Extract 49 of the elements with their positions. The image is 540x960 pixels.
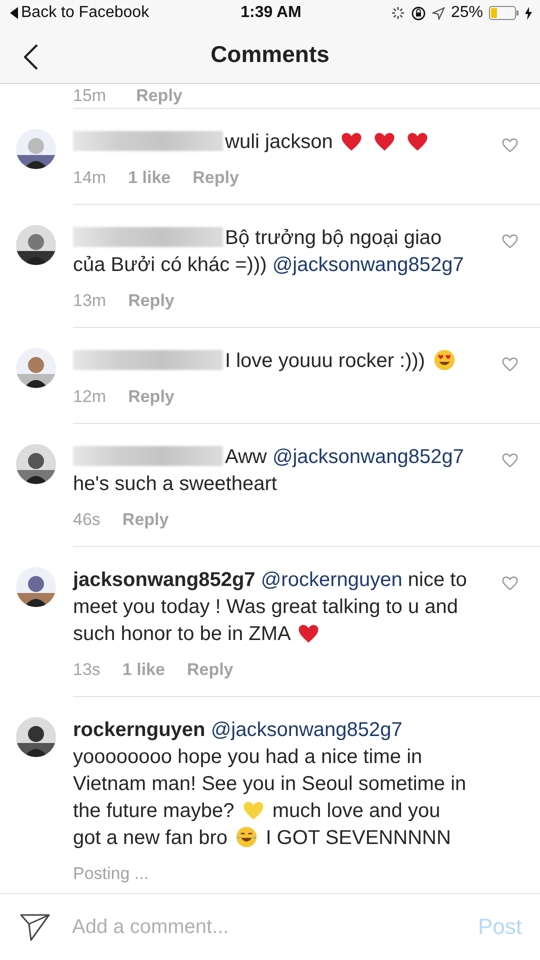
comment-time: 46s (73, 510, 100, 530)
page-title: Comments (210, 41, 330, 68)
heart-icon (372, 130, 396, 152)
send-icon (20, 913, 50, 941)
mention-link[interactable]: @rockernguyen (260, 569, 402, 591)
comment-text: Bộ trưởng bộ ngoại giao của Bưởi có khác =))) @jacksonwang852g7 (73, 226, 465, 278)
reply-button[interactable]: Reply (128, 387, 174, 407)
heart-outline-icon (501, 356, 519, 372)
comment-time: 13s (73, 660, 100, 680)
heart-icon (242, 799, 265, 821)
heart-eyes-emoji-icon (432, 349, 456, 371)
heart-outline-icon (501, 137, 519, 153)
reply-button[interactable]: Reply (192, 168, 239, 188)
mention-link[interactable]: @jacksonwang852g7 (272, 446, 464, 468)
heart-icon (406, 130, 429, 152)
reply-button[interactable]: Reply (186, 660, 234, 680)
battery-icon (488, 6, 519, 20)
rotation-lock-icon (410, 6, 426, 20)
back-to-app-link[interactable]: Back to Facebook (21, 4, 150, 22)
charging-bolt-icon (524, 6, 532, 20)
battery-percent: 25% (450, 4, 483, 22)
comment-text: Aww @jacksonwang852g7 he's such a sweetheart (73, 445, 465, 497)
activity-spinner-icon (390, 6, 405, 20)
heart-outline-icon (501, 575, 519, 591)
posting-status: Posting ... (73, 864, 149, 884)
comment-time: 14m (73, 168, 106, 188)
laughing-emoji-icon (235, 826, 258, 848)
comment-text: jacksonwang852g7 @rockernguyen nice to meet you today ! Was great talking to u and such honor to be in ZMA (73, 568, 468, 647)
clock-time: 1:39 AM (240, 4, 302, 22)
back-triangle-icon (10, 7, 18, 19)
heart-outline-icon (501, 233, 519, 249)
heart-outline-icon (501, 452, 519, 468)
comment-time: 13m (73, 291, 106, 311)
comment-time: 15m (73, 86, 106, 106)
comment-text: I love youuu rocker :))) (73, 348, 471, 375)
heart-icon (297, 622, 320, 644)
comment-text: wuli jackson (73, 129, 471, 156)
comment-time: 12m (73, 387, 106, 407)
comment-text: rockernguyen @jacksonwang852g7 yoooooooo hope you had a nice time in Vietnam man! See you in Seoul sometime in the future maybe? much love and you got a new fan bro I GOT SEVENNNNN (73, 718, 468, 851)
likes-count[interactable]: 1 like (128, 168, 171, 188)
location-arrow-icon (432, 6, 445, 20)
mention-link[interactable]: @jacksonwang852g7 (272, 254, 464, 276)
mention-link[interactable]: @jacksonwang852g7 (210, 719, 402, 741)
reply-button[interactable]: Reply (136, 86, 182, 106)
reply-button[interactable]: Reply (128, 291, 174, 311)
reply-button[interactable]: Reply (122, 510, 169, 530)
heart-icon (340, 130, 364, 152)
likes-count[interactable]: 1 like (122, 660, 165, 680)
back-chevron-icon (24, 44, 38, 70)
